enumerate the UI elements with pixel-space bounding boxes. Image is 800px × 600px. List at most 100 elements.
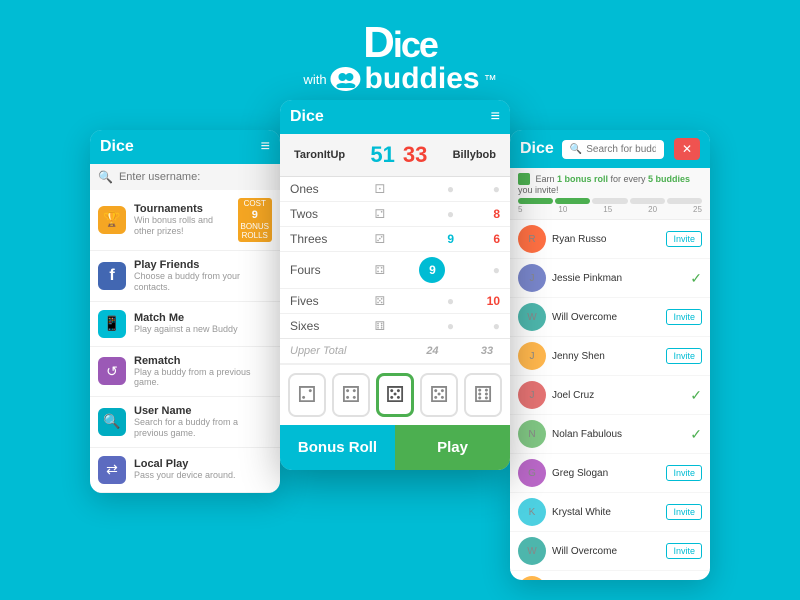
upper-total-row: Upper Total 24 33 [280, 339, 510, 364]
logo-dice-text: Dice [363, 18, 437, 68]
buddy-item: J Jessie Pinkman ✓ [510, 259, 710, 298]
player2-name: Billybob [453, 149, 496, 161]
sidebar-item-local-play[interactable]: ⇄ Local Play Pass your device around. [90, 448, 280, 493]
logo-buddies-icon [331, 67, 361, 91]
progress-seg-5 [667, 198, 702, 204]
right-search-bar[interactable]: 🔍 [562, 140, 664, 159]
score-row: TaronItUp 51 33 Billybob [280, 134, 510, 177]
buddy-item: W Will Overcome Invite [510, 532, 710, 571]
center-panel: Dice ≡ TaronItUp 51 33 Billybob Ones ⚀ ●… [280, 100, 510, 470]
progress-seg-1 [518, 198, 553, 204]
buddy-name: Will Overcome [552, 312, 660, 323]
die-5[interactable]: ⚅ [464, 373, 502, 417]
progress-bar [518, 198, 702, 204]
progress-seg-2 [555, 198, 590, 204]
buddy-item: NNolan Fabulous✓ [510, 415, 710, 454]
avatar: W [518, 537, 546, 565]
score-table: Ones ⚀ ● ● Twos ⚁ ● 8 Threes ⚂ 9 6 Fours… [280, 177, 510, 364]
buddy-name: Krystal White [552, 507, 660, 518]
score-display: 51 33 [370, 142, 427, 168]
table-row: Fours ⚃ 9 ● [280, 252, 510, 289]
die-4[interactable]: ⚄ [420, 373, 458, 417]
right-search-icon: 🔍 [570, 144, 582, 155]
buddy-name: Will Overcome [552, 546, 660, 557]
app-logo: Dice with buddies ™ [303, 18, 496, 96]
user-name-icon: 🔍 [98, 408, 126, 436]
invite-button[interactable]: Invite [666, 465, 702, 481]
buddy-item: JJenny ShenInvite [510, 571, 710, 580]
die-2[interactable]: ⚃ [332, 373, 370, 417]
sidebar-item-rematch[interactable]: ↺ Rematch Play a buddy from a previous g… [90, 347, 280, 398]
checkbox-icon: ✓ [518, 173, 530, 185]
sidebar-item-play-friends[interactable]: f Play Friends Choose a buddy from your … [90, 251, 280, 302]
right-panel: Dice 🔍 ✕ ✓ Earn 1 bonus roll for every 5… [510, 130, 710, 580]
rematch-icon: ↺ [98, 357, 126, 385]
avatar: J [518, 576, 546, 580]
play-friends-icon: f [98, 262, 126, 290]
left-panel: Dice ≡ 🔍 🏆 Tournaments Win bonus rolls a… [90, 130, 280, 493]
tournaments-text: Tournaments Win bonus rolls and other pr… [134, 203, 230, 237]
buddy-name: Joel Cruz [552, 390, 684, 401]
sidebar-item-tournaments[interactable]: 🏆 Tournaments Win bonus rolls and other … [90, 190, 280, 251]
tournaments-cost: COST 9 BONUS ROLLS [238, 198, 272, 242]
score-player2: 33 [403, 142, 427, 168]
left-logo: Dice [100, 138, 134, 156]
table-row: Ones ⚀ ● ● [280, 177, 510, 202]
left-menu-icon[interactable]: ≡ [261, 138, 270, 156]
left-search-input[interactable] [119, 171, 272, 183]
buddy-name: Jessie Pinkman [552, 273, 684, 284]
match-me-icon: 📱 [98, 310, 126, 338]
invite-button[interactable]: Invite [666, 231, 702, 247]
avatar: N [518, 420, 546, 448]
local-play-icon: ⇄ [98, 456, 126, 484]
logo-buddies-text: buddies [365, 62, 480, 96]
progress-labels: 510152025 [518, 205, 702, 214]
score-player1: 51 [370, 142, 394, 168]
buddy-name: Ryan Russo [552, 234, 660, 245]
buddy-item: R Ryan Russo Invite [510, 220, 710, 259]
check-icon: ✓ [690, 387, 702, 404]
progress-seg-3 [592, 198, 627, 204]
buddy-item: J Jenny Shen Invite [510, 337, 710, 376]
center-panel-header: Dice ≡ [280, 100, 510, 134]
right-search-input[interactable] [586, 144, 656, 155]
avatar: J [518, 342, 546, 370]
right-logo: Dice [520, 140, 554, 158]
avatar: R [518, 225, 546, 253]
panels-container: Dice ≡ 🔍 🏆 Tournaments Win bonus rolls a… [90, 100, 710, 580]
sidebar-item-match-me[interactable]: 📱 Match Me Play against a new Buddy [90, 302, 280, 347]
invite-button[interactable]: Invite [666, 543, 702, 559]
check-icon: ✓ [690, 426, 702, 443]
bonus-roll-button[interactable]: Bonus Roll [280, 425, 395, 470]
die-3[interactable]: ⚄ [376, 373, 414, 417]
buddy-name: Greg Slogan [552, 468, 660, 479]
die-1[interactable]: ⚁ [288, 373, 326, 417]
circle-score: 9 [419, 257, 445, 283]
close-button[interactable]: ✕ [674, 138, 700, 160]
right-panel-header: Dice 🔍 ✕ [510, 130, 710, 168]
left-search-bar[interactable]: 🔍 [90, 164, 280, 190]
avatar: J [518, 381, 546, 409]
avatar: J [518, 264, 546, 292]
tournaments-icon: 🏆 [98, 206, 126, 234]
buddy-item: J Joel Cruz ✓ [510, 376, 710, 415]
avatar: K [518, 498, 546, 526]
center-logo: Dice [290, 108, 324, 126]
logo-tm: ™ [484, 72, 497, 87]
center-menu-icon[interactable]: ≡ [491, 108, 500, 126]
invite-button[interactable]: Invite [666, 348, 702, 364]
buddy-item: G Greg Slogan Invite [510, 454, 710, 493]
table-row: Fives ⚄ ● 10 [280, 289, 510, 314]
check-icon: ✓ [690, 270, 702, 287]
table-row: Threes ⚂ 9 6 [280, 227, 510, 252]
logo-with: with [303, 72, 326, 87]
buddy-list: R Ryan Russo Invite J Jessie Pinkman ✓ W Will O… [510, 220, 710, 580]
buddy-name: Jenny Shen [552, 351, 660, 362]
sidebar-item-user-name[interactable]: 🔍 User Name Search for a buddy from a pr… [90, 397, 280, 448]
play-button[interactable]: Play [395, 425, 510, 470]
player1-name: TaronItUp [294, 149, 345, 161]
invite-button[interactable]: Invite [666, 309, 702, 325]
invite-button[interactable]: Invite [666, 504, 702, 520]
avatar: G [518, 459, 546, 487]
dice-select-row: ⚁ ⚃ ⚄ ⚄ ⚅ [280, 364, 510, 425]
